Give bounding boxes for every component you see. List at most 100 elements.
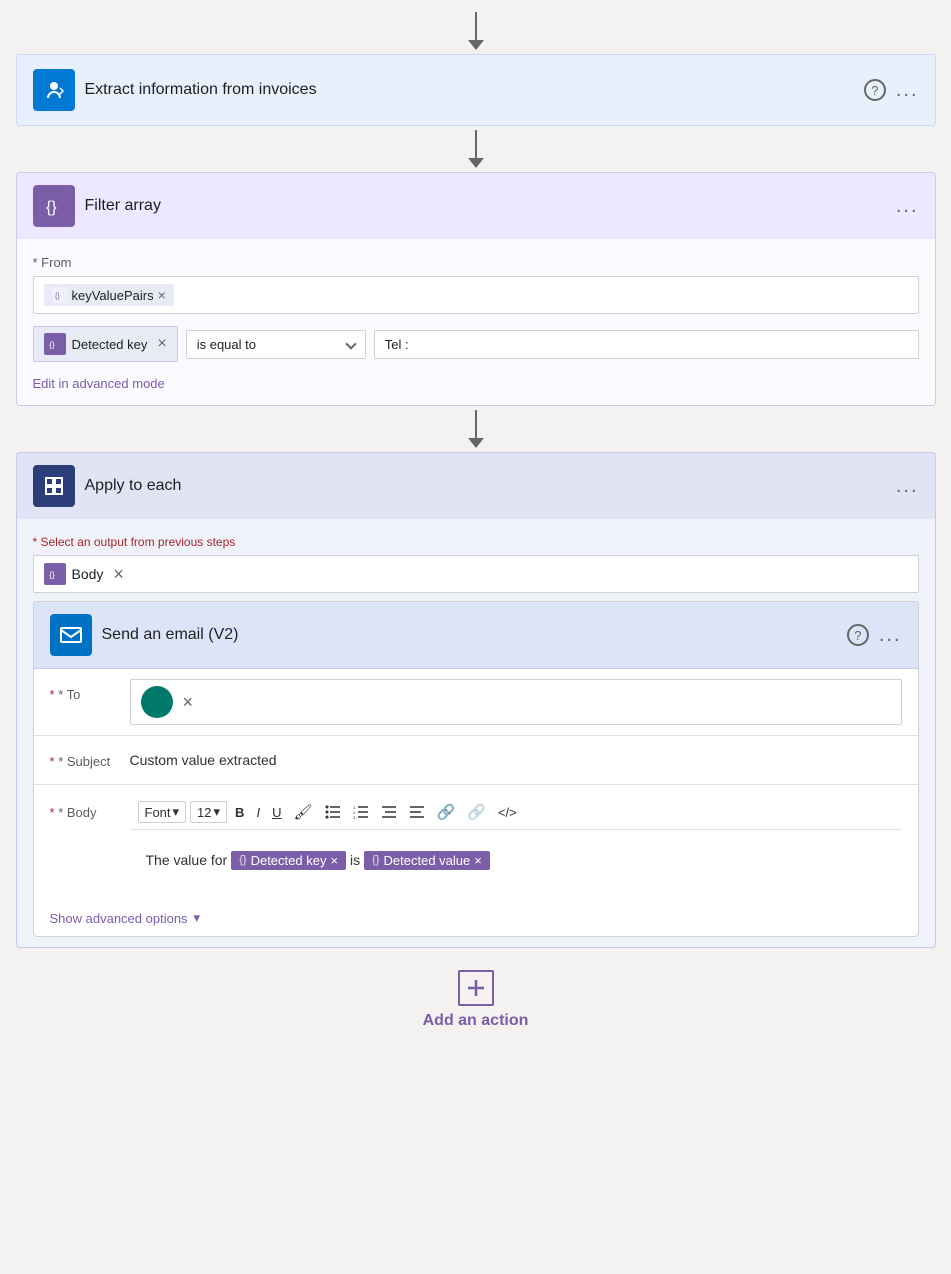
extract-help-icon[interactable]: ? bbox=[864, 79, 886, 101]
detected-key-close[interactable]: × bbox=[157, 335, 166, 353]
ul-btn[interactable] bbox=[321, 803, 345, 821]
font-select[interactable]: Font ▾ bbox=[138, 801, 187, 823]
extract-actions: ? ... bbox=[864, 79, 919, 102]
to-token-close[interactable]: × bbox=[183, 692, 194, 713]
subject-req: * bbox=[50, 754, 55, 769]
to-field-row: * * To × bbox=[34, 669, 918, 736]
body-token-icon: {} bbox=[44, 563, 66, 585]
email-title: Send an email (V2) bbox=[102, 626, 847, 644]
indent-right-icon bbox=[409, 805, 425, 819]
subject-field-row: * * Subject bbox=[34, 736, 918, 785]
body-detected-key-text: Detected key bbox=[251, 853, 327, 868]
show-advanced-options[interactable]: Show advanced options ▾ bbox=[34, 900, 918, 936]
email-dots-menu[interactable]: ... bbox=[879, 624, 902, 647]
code-btn[interactable]: </> bbox=[494, 803, 521, 822]
body-value-close[interactable]: × bbox=[474, 853, 482, 868]
from-token-field[interactable]: {} keyValuePairs × bbox=[33, 276, 919, 314]
detected-key-token: {} Detected key × bbox=[33, 326, 178, 362]
from-token-text: keyValuePairs bbox=[72, 288, 154, 303]
indent-left-btn[interactable] bbox=[377, 803, 401, 821]
operator-dropdown[interactable]: is equal to bbox=[186, 330, 366, 359]
to-label: * * To bbox=[50, 679, 130, 702]
arrow-line-1 bbox=[475, 130, 477, 158]
apply-icon bbox=[42, 474, 66, 498]
svg-text:{}: {} bbox=[49, 571, 55, 580]
operator-label: is equal to bbox=[197, 337, 256, 352]
body-editor: Font ▾ 12 ▾ B I U 🖌 bbox=[130, 795, 902, 890]
filter-dots-menu[interactable]: ... bbox=[896, 195, 919, 218]
email-help-icon[interactable]: ? bbox=[847, 624, 869, 646]
subject-input[interactable] bbox=[130, 746, 902, 774]
font-label: Font bbox=[145, 805, 171, 820]
add-action-icon bbox=[458, 970, 494, 1006]
add-action-svg bbox=[465, 977, 487, 999]
from-token-svg: {} bbox=[54, 289, 66, 301]
arrow-2 bbox=[468, 410, 484, 448]
body-token-field[interactable]: {} Body × bbox=[33, 555, 919, 593]
email-icon bbox=[59, 623, 83, 647]
body-detected-value-token: {} Detected value × bbox=[364, 851, 490, 870]
from-token-chip: {} keyValuePairs × bbox=[44, 284, 174, 306]
font-size: 12 bbox=[197, 805, 211, 820]
arrow-line bbox=[475, 12, 477, 40]
body-key-close[interactable]: × bbox=[330, 853, 338, 868]
extract-icon-box bbox=[33, 69, 75, 111]
detected-key-text: Detected key bbox=[72, 337, 148, 352]
body-content[interactable]: The value for {} Detected key × is {} De… bbox=[130, 830, 902, 890]
body-toolbar: Font ▾ 12 ▾ B I U 🖌 bbox=[130, 795, 902, 830]
from-field-container: * From {} keyValuePairs × bbox=[33, 255, 919, 314]
body-detected-value-text: Detected value bbox=[384, 853, 471, 868]
filter-card-header: {} Filter array ... bbox=[17, 173, 935, 239]
svg-text:{}: {} bbox=[55, 293, 60, 300]
from-label: * From bbox=[33, 255, 919, 270]
ol-btn[interactable]: 1. 2. 3. bbox=[349, 803, 373, 821]
underline-btn[interactable]: U bbox=[268, 803, 285, 822]
arrow-head-1 bbox=[468, 158, 484, 168]
email-icon-box bbox=[50, 614, 92, 656]
apply-dots-menu[interactable]: ... bbox=[896, 475, 919, 498]
body-prefix: The value for bbox=[146, 852, 228, 868]
email-card-header: Send an email (V2) ? ... bbox=[34, 602, 918, 669]
edit-advanced-link[interactable]: Edit in advanced mode bbox=[33, 376, 165, 391]
body-is-text: is bbox=[350, 852, 360, 868]
bold-btn[interactable]: B bbox=[231, 803, 248, 822]
paint-btn[interactable]: 🖌 bbox=[289, 801, 316, 823]
to-field-content: × bbox=[130, 679, 902, 725]
from-token-close[interactable]: × bbox=[158, 287, 166, 303]
arrow-head-2 bbox=[468, 438, 484, 448]
subject-label: * * Subject bbox=[50, 746, 130, 769]
body-label: * * Body bbox=[50, 795, 130, 890]
show-advanced-text: Show advanced options bbox=[50, 911, 188, 926]
apply-card-header: Apply to each ... bbox=[17, 453, 935, 519]
show-advanced-chevron: ▾ bbox=[194, 910, 201, 926]
arrow-line-2 bbox=[475, 410, 477, 438]
filter-card: {} Filter array ... * From {} bbox=[16, 172, 936, 406]
link-btn[interactable]: 🔗 bbox=[433, 801, 460, 823]
apply-actions: ... bbox=[896, 475, 919, 498]
filter-value-input[interactable] bbox=[374, 330, 919, 359]
to-token-field[interactable]: × bbox=[130, 679, 902, 725]
apply-card: Apply to each ... * Select an output fro… bbox=[16, 452, 936, 948]
subject-field-content bbox=[130, 746, 902, 774]
italic-btn[interactable]: I bbox=[252, 803, 264, 822]
from-token-icon: {} bbox=[52, 287, 68, 303]
body-req: * bbox=[50, 805, 55, 820]
ol-icon: 1. 2. 3. bbox=[353, 805, 369, 819]
filter-actions: ... bbox=[896, 195, 919, 218]
body-token-close[interactable]: × bbox=[113, 564, 124, 585]
indent-right-btn[interactable] bbox=[405, 803, 429, 821]
detected-key-svg: {} bbox=[48, 337, 62, 351]
unlink-btn[interactable]: 🔗 bbox=[463, 801, 490, 823]
body-key-token-icon: {} bbox=[239, 854, 246, 866]
arrow-head bbox=[468, 40, 484, 50]
extract-dots-menu[interactable]: ... bbox=[896, 79, 919, 102]
body-value-token-icon: {} bbox=[372, 854, 379, 866]
filter-condition-row: {} Detected key × is equal to bbox=[33, 326, 919, 362]
body-token-text: Body bbox=[72, 566, 104, 582]
add-action-button[interactable]: Add an action bbox=[423, 970, 529, 1030]
font-size-select[interactable]: 12 ▾ bbox=[190, 801, 227, 823]
svg-text:3.: 3. bbox=[353, 815, 356, 819]
filter-icon: {} bbox=[42, 194, 66, 218]
send-email-card: Send an email (V2) ? ... * * To bbox=[33, 601, 919, 937]
extract-card-header: Extract information from invoices ? ... bbox=[17, 55, 935, 125]
